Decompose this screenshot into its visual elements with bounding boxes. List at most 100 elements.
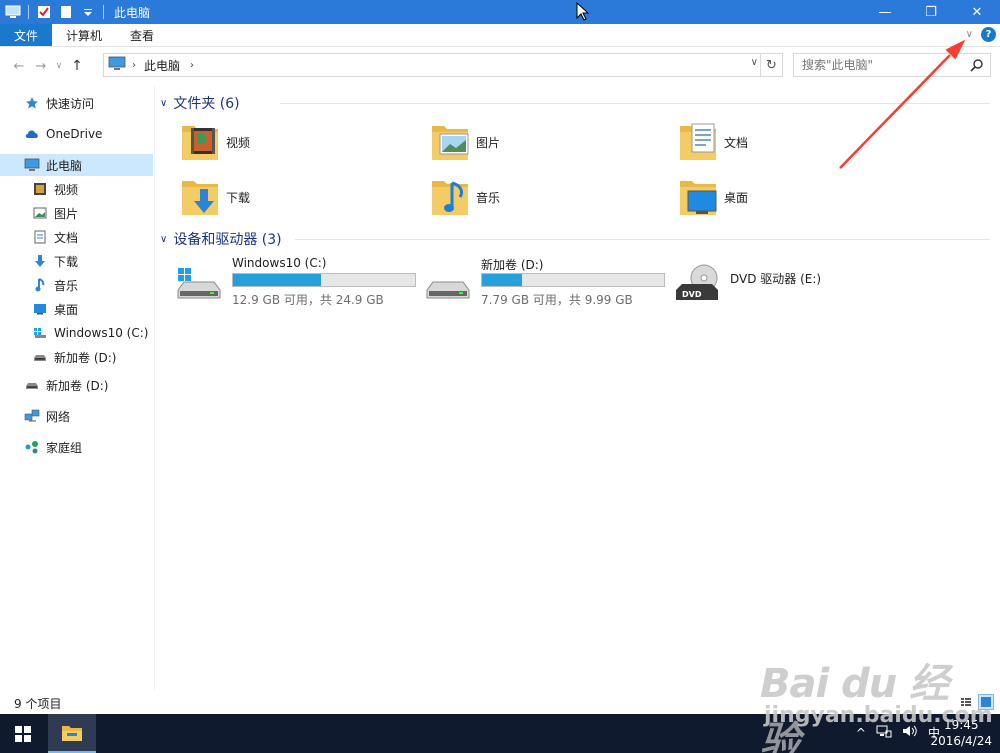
drive-tile-d[interactable]: 新加卷 (D:) 7.79 GB 可用，共 9.99 GB <box>425 256 665 307</box>
search-icon[interactable] <box>970 58 984 75</box>
sidebar-item-label: 桌面 <box>54 302 79 317</box>
search-box[interactable] <box>793 53 991 77</box>
taskbar-file-explorer[interactable] <box>48 714 96 753</box>
sidebar-item-videos[interactable]: 视频 <box>0 178 153 200</box>
dvd-label: DVD <box>682 290 702 299</box>
sidebar-item-label: 文档 <box>54 230 79 245</box>
forward-button[interactable]: → <box>30 59 52 74</box>
folder-tile-label: 桌面 <box>724 190 749 205</box>
sidebar-item-label: 下载 <box>54 254 79 269</box>
status-bar: 9 个项目 <box>0 692 1000 714</box>
sidebar-item-desktop[interactable]: 桌面 <box>0 298 153 320</box>
group-header-folders[interactable]: ∨ 文件夹 (6) <box>160 92 990 114</box>
details-view-button[interactable] <box>958 694 974 710</box>
sidebar-item-onedrive[interactable]: OneDrive <box>0 123 153 145</box>
tab-file[interactable]: 文件 <box>0 24 53 46</box>
recent-locations-button[interactable]: ∨ <box>52 61 66 71</box>
mouse-cursor-icon <box>576 2 590 21</box>
sidebar-item-quick-access[interactable]: 快速访问 <box>0 92 153 114</box>
help-button[interactable]: ? <box>981 27 996 42</box>
sidebar-item-this-pc[interactable]: 此电脑 <box>0 154 153 176</box>
cloud-icon <box>24 126 40 142</box>
drive-tile-dvd[interactable]: DVD DVD 驱动器 (E:) <box>674 256 914 304</box>
video-icon <box>32 181 48 197</box>
drive-name: Windows10 (C:) <box>232 256 327 270</box>
clock-date: 2016/4/24 <box>930 734 992 748</box>
breadcrumb-this-pc[interactable]: 此电脑 <box>144 57 180 74</box>
drive-tile-c[interactable]: Windows10 (C:) 12.9 GB 可用，共 24.9 GB <box>176 256 416 307</box>
large-icons-view-button[interactable] <box>978 694 994 710</box>
group-header-devices[interactable]: ∨ 设备和驱动器 (3) <box>160 228 990 250</box>
refresh-button[interactable]: ↻ <box>760 54 782 76</box>
clock[interactable]: 19:45 2016/4/24 <box>930 717 992 749</box>
tab-computer[interactable]: 计算机 <box>52 24 116 46</box>
windows-logo-icon <box>15 725 31 742</box>
folder-tile-desktop[interactable]: 桌面 <box>678 173 878 221</box>
sidebar-item-label: 家庭组 <box>46 440 83 455</box>
network-status-icon[interactable] <box>876 724 892 741</box>
ribbon-tabs: 文件 计算机 查看 ∨ ? <box>0 24 1000 47</box>
dvd-drive-icon: DVD <box>674 264 722 304</box>
search-input[interactable] <box>802 58 962 72</box>
title-bar: 此电脑 — ❐ ✕ <box>0 0 1000 24</box>
group-header-label: 文件夹 (6) <box>173 96 240 112</box>
drive-free-space: 7.79 GB 可用，共 9.99 GB <box>481 293 633 307</box>
download-icon <box>32 253 48 269</box>
folder-tile-documents[interactable]: 文档 <box>678 118 878 166</box>
maximize-button[interactable]: ❐ <box>908 0 954 24</box>
up-button[interactable]: ↑ <box>66 58 88 74</box>
properties-icon[interactable] <box>36 4 52 20</box>
breadcrumb-chevron[interactable]: › <box>132 60 136 71</box>
address-dropdown-button[interactable]: ∨ <box>751 57 758 68</box>
windows-drive-icon <box>32 325 48 341</box>
expand-ribbon-button[interactable]: ∨ <box>966 29 973 40</box>
folder-tile-label: 视频 <box>226 135 251 150</box>
group-divider <box>295 239 990 240</box>
file-explorer-icon <box>62 725 82 741</box>
video-folder-icon <box>180 120 220 164</box>
network-icon <box>24 408 40 424</box>
sidebar-item-pictures[interactable]: 图片 <box>0 202 153 224</box>
computer-icon <box>108 56 126 75</box>
customize-toolbar-icon[interactable] <box>80 4 96 20</box>
new-folder-icon[interactable] <box>58 4 74 20</box>
computer-icon[interactable] <box>5 4 21 20</box>
back-button[interactable]: ← <box>8 59 30 74</box>
minimize-button[interactable]: — <box>862 0 908 24</box>
folder-tile-music[interactable]: 音乐 <box>430 173 630 221</box>
sidebar-item-label: 快速访问 <box>46 96 95 111</box>
windows-drive-icon <box>176 264 224 304</box>
sidebar-item-network[interactable]: 网络 <box>0 405 153 427</box>
close-button[interactable]: ✕ <box>954 0 1000 24</box>
group-divider <box>280 103 990 104</box>
drive-name: DVD 驱动器 (E:) <box>730 272 822 286</box>
folder-tile-label: 文档 <box>724 135 749 150</box>
drive-usage-bar <box>481 273 665 287</box>
sidebar-item-label: Windows10 (C:) <box>54 326 149 340</box>
pictures-icon <box>32 205 48 221</box>
breadcrumb-chevron[interactable]: › <box>190 60 194 71</box>
window-title: 此电脑 <box>114 5 151 20</box>
sidebar-item-homegroup[interactable]: 家庭组 <box>0 436 153 458</box>
taskbar: ^ 中 19:45 2016/4/24 <box>0 714 1000 753</box>
sidebar-item-drive-d-root[interactable]: 新加卷 (D:) <box>0 374 153 396</box>
pictures-folder-icon <box>430 120 470 164</box>
start-button[interactable] <box>0 714 46 753</box>
tray-overflow-button[interactable]: ^ <box>856 726 866 740</box>
volume-icon[interactable] <box>902 724 918 741</box>
tab-view[interactable]: 查看 <box>116 24 168 46</box>
folder-tile-pictures[interactable]: 图片 <box>430 118 630 166</box>
item-count: 9 个项目 <box>14 696 62 711</box>
sidebar-item-documents[interactable]: 文档 <box>0 226 153 248</box>
sidebar-item-drive-d[interactable]: 新加卷 (D:) <box>0 346 153 368</box>
folder-tile-videos[interactable]: 视频 <box>180 118 380 166</box>
sidebar-item-downloads[interactable]: 下载 <box>0 250 153 272</box>
documents-folder-icon <box>678 120 718 164</box>
sidebar-item-drive-c[interactable]: Windows10 (C:) <box>0 322 153 344</box>
drive-icon <box>32 349 48 365</box>
sidebar-item-music[interactable]: 音乐 <box>0 274 153 296</box>
folder-tile-downloads[interactable]: 下载 <box>180 173 380 221</box>
address-bar[interactable]: › 此电脑 › ∨ ↻ <box>103 53 783 77</box>
sidebar-item-label: 视频 <box>54 182 79 197</box>
clock-time: 19:45 <box>943 718 979 732</box>
